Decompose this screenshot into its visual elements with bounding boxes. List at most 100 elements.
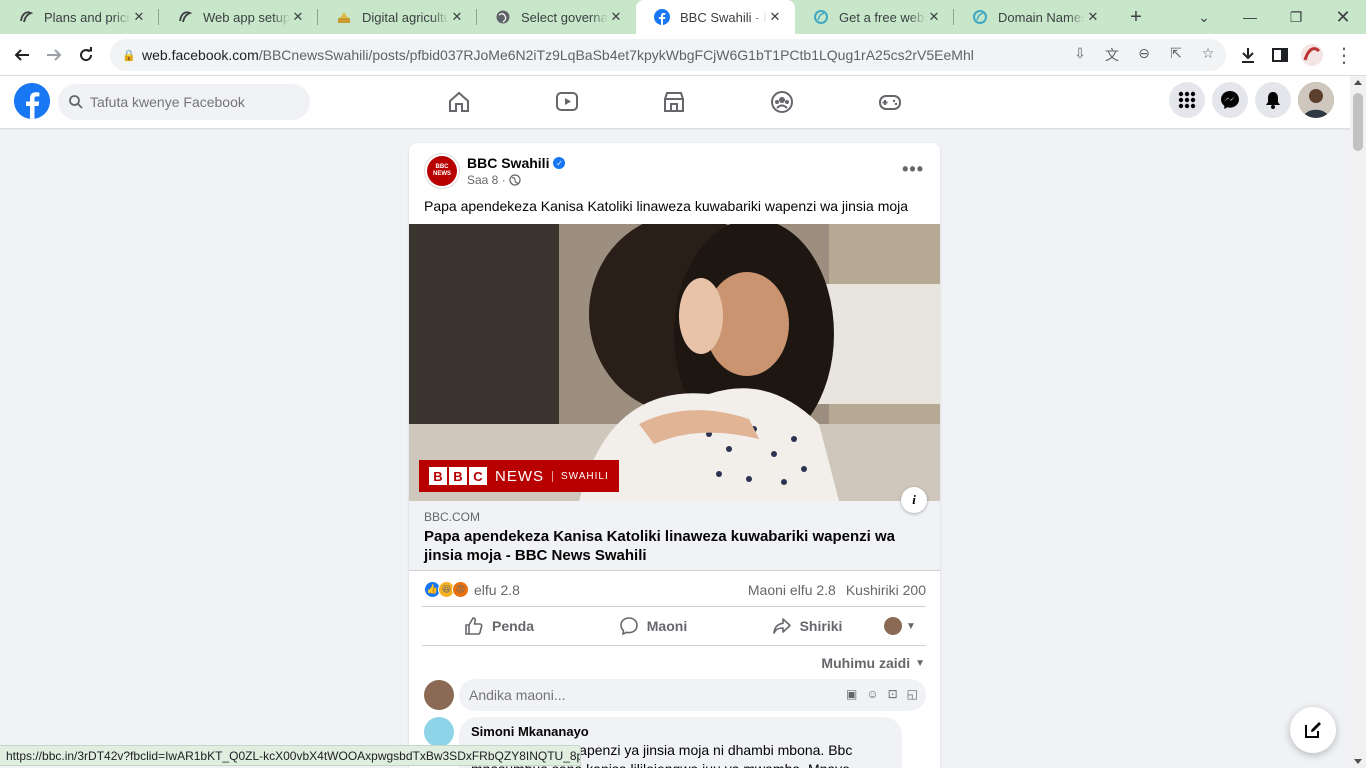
post-image[interactable]: B B C NEWS SWAHILI [409, 224, 940, 501]
browser-tab[interactable]: Select governance ✕ [477, 0, 636, 34]
messenger-icon[interactable] [1212, 82, 1248, 118]
compose-edit-icon [1305, 722, 1321, 738]
search-icon [69, 95, 83, 109]
close-tab-icon[interactable]: ✕ [131, 9, 147, 25]
share-button[interactable]: Shiriki [730, 609, 884, 643]
account-avatar[interactable] [1298, 82, 1334, 118]
public-globe-icon [509, 174, 521, 186]
back-icon[interactable] [10, 43, 34, 67]
reaction-icons[interactable]: 👍 😆 😡 [424, 581, 469, 598]
minimize-icon[interactable]: — [1227, 0, 1273, 34]
menu-grid-icon[interactable] [1169, 82, 1205, 118]
avatar-sticker-icon[interactable]: ▣ [846, 687, 857, 701]
comment-box[interactable]: ▣ ☺ ⊡ ◱ [459, 679, 926, 711]
close-tab-icon[interactable]: ✕ [608, 9, 624, 25]
post-card: BBC NEWS BBC Swahili ✓ Saa 8 · ••• Papa a… [409, 143, 940, 768]
scroll-up-arrow[interactable] [1354, 80, 1362, 85]
react-as-selector[interactable]: ▼ [884, 617, 926, 635]
notifications-bell-icon[interactable] [1255, 82, 1291, 118]
share-arrow-icon [772, 618, 791, 634]
tab-title: Get a free website [839, 9, 926, 25]
bbc-news-swahili-logo: B B C NEWS SWAHILI [419, 460, 619, 492]
agri-icon [336, 9, 352, 25]
commenter-avatar[interactable] [424, 680, 454, 710]
close-window-icon[interactable]: ✕ [1320, 0, 1366, 34]
close-tab-icon[interactable]: ✕ [926, 9, 942, 25]
page-name[interactable]: BBC Swahili ✓ [467, 155, 566, 171]
browser-tab[interactable]: Plans and pricing ✕ [0, 0, 159, 34]
restore-icon[interactable]: ❐ [1273, 0, 1319, 34]
browser-menu-icon[interactable]: ⋮ [1332, 43, 1356, 67]
forward-icon[interactable] [42, 43, 66, 67]
write-comment-row: ▣ ☺ ⊡ ◱ [424, 679, 926, 711]
gif-icon[interactable]: ⊡ [888, 687, 898, 701]
link-preview[interactable]: BBC.COM Papa apendekeza Kanisa Katoliki … [409, 501, 940, 571]
browser-tab[interactable]: Get a free website ✕ [795, 0, 954, 34]
reaction-count[interactable]: elfu 2.8 [474, 582, 520, 598]
gaming-nav-icon[interactable] [870, 76, 910, 128]
odoo-icon [18, 9, 34, 25]
tab-title: Plans and pricing [44, 9, 131, 25]
post-text: Papa apendekeza Kanisa Katoliki linaweza… [424, 198, 909, 214]
facebook-icon [654, 9, 670, 25]
post-time[interactable]: Saa 8 · [467, 173, 521, 187]
facebook-search[interactable] [58, 84, 310, 120]
facebook-logo[interactable] [14, 83, 50, 119]
install-app-icon[interactable]: ⇩ [1070, 45, 1090, 65]
groups-nav-icon[interactable] [762, 76, 802, 128]
angry-reaction-icon: 😡 [452, 581, 469, 598]
comment-button[interactable]: Maoni [576, 609, 730, 643]
close-tab-icon[interactable]: ✕ [1085, 9, 1101, 25]
downloads-icon[interactable] [1236, 43, 1260, 67]
page-avatar[interactable]: BBC NEWS [424, 153, 460, 189]
wix-icon [972, 9, 988, 25]
side-panel-icon[interactable] [1268, 43, 1292, 67]
share-icon[interactable]: ⇱ [1166, 45, 1186, 65]
home-nav-icon[interactable] [439, 76, 479, 128]
browser-tab-strip: Plans and pricing ✕ Web app setup ✕ Digi… [0, 0, 1366, 34]
comment-author[interactable]: Simoni Mkananayo [471, 724, 890, 739]
more-options-icon[interactable]: ••• [902, 159, 924, 180]
bookmark-star-icon[interactable]: ☆ [1198, 45, 1218, 65]
comment-bubble-icon [619, 617, 638, 636]
comment-sort-dropdown[interactable]: Muhimu zaidi ▼ [821, 655, 925, 671]
post-actions: Penda Maoni Shiriki ▼ [422, 606, 926, 646]
verified-badge-icon: ✓ [553, 157, 566, 169]
info-icon[interactable]: i [901, 487, 927, 513]
share-count[interactable]: Kushiriki 200 [846, 582, 926, 598]
address-bar[interactable]: 🔒 web.facebook.com/BBCnewsSwahili/posts/… [110, 39, 1226, 71]
comment-count[interactable]: Maoni elfu 2.8 [748, 582, 836, 598]
search-input[interactable] [90, 94, 290, 110]
browser-tab-active[interactable]: BBC Swahili - Pap ✕ [636, 0, 795, 34]
new-message-button[interactable] [1290, 707, 1336, 753]
comment-input[interactable] [469, 687, 799, 703]
emoji-icon[interactable]: ☺ [866, 687, 878, 701]
globe-icon [495, 9, 511, 25]
close-tab-icon[interactable]: ✕ [449, 9, 465, 25]
wix-icon [813, 9, 829, 25]
close-tab-icon[interactable]: ✕ [767, 9, 783, 25]
scroll-down-arrow[interactable] [1354, 759, 1362, 764]
close-tab-icon[interactable]: ✕ [290, 9, 306, 25]
lock-icon[interactable]: 🔒 [122, 49, 136, 62]
scrollbar-thumb[interactable] [1353, 93, 1363, 151]
post-stats: 👍 😆 😡 elfu 2.8 Maoni elfu 2.8 Kushiriki … [424, 581, 926, 601]
profile-avatar[interactable] [1300, 43, 1324, 67]
sticker-icon[interactable]: ◱ [907, 687, 918, 701]
zoom-icon[interactable]: ⊖ [1134, 45, 1154, 65]
translate-icon[interactable]: 文 [1102, 45, 1122, 65]
reload-icon[interactable] [74, 43, 98, 67]
like-button[interactable]: Penda [422, 609, 576, 643]
thumbs-up-icon [465, 617, 483, 635]
browser-tab[interactable]: Web app setup ✕ [159, 0, 318, 34]
browser-tab[interactable]: Digital agriculture ✕ [318, 0, 477, 34]
tab-title: BBC Swahili - Pap [680, 9, 767, 25]
tab-search-icon[interactable]: ⌄ [1181, 0, 1227, 34]
comment-author-avatar[interactable] [424, 717, 454, 747]
link-domain: BBC.COM [424, 510, 481, 524]
browser-tab[interactable]: Domain Names, ✕ [954, 0, 1113, 34]
marketplace-nav-icon[interactable] [654, 76, 694, 128]
watch-nav-icon[interactable] [547, 76, 587, 128]
page-scrollbar[interactable] [1350, 76, 1366, 768]
new-tab-button[interactable]: + [1121, 0, 1151, 34]
